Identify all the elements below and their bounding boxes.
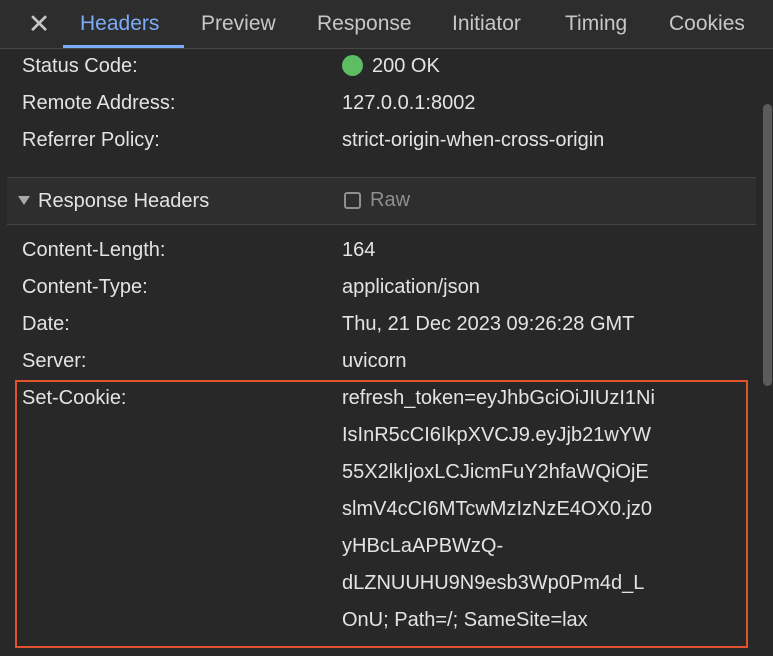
remote-address-label: Remote Address: [22, 92, 176, 114]
response-headers-title[interactable]: Response Headers [38, 189, 209, 213]
headers-content: Status Code: 200 OK Remote Address: 127.… [0, 49, 762, 656]
tab-timing[interactable]: Timing [565, 0, 627, 48]
set-cookie-value-line: OnU; Path=/; SameSite=lax [342, 609, 588, 631]
set-cookie-label: Set-Cookie: [22, 387, 127, 409]
close-icon[interactable]: ✕ [24, 8, 54, 40]
referrer-policy-label: Referrer Policy: [22, 129, 160, 151]
set-cookie-value-line: slmV4cCI6MTcwMzIzNzE4OX0.jz0 [342, 498, 653, 520]
tab-headers[interactable]: Headers [80, 0, 159, 48]
tab-cookies[interactable]: Cookies [669, 0, 745, 48]
raw-checkbox[interactable] [344, 192, 361, 209]
status-ok-icon [342, 55, 363, 76]
expand-triangle-icon[interactable] [18, 196, 30, 205]
set-cookie-value-line: yHBcLaAPBWzQ- [342, 535, 504, 557]
remote-address-value: 127.0.0.1:8002 [342, 92, 476, 114]
server-value: uvicorn [342, 350, 407, 372]
set-cookie-value-line: 55X2lkIjoxLCJicmFuY2hfaWQiOjE [342, 461, 649, 483]
tab-preview[interactable]: Preview [201, 0, 276, 48]
set-cookie-value-line: dLZNUUHU9N9esb3Wp0Pm4d_L [342, 572, 645, 594]
active-tab-indicator [63, 45, 184, 48]
tab-initiator[interactable]: Initiator [452, 0, 521, 48]
raw-label[interactable]: Raw [370, 188, 410, 212]
date-label: Date: [22, 313, 70, 335]
tab-response[interactable]: Response [317, 0, 412, 48]
content-length-value: 164 [342, 239, 376, 261]
content-length-label: Content-Length: [22, 239, 166, 261]
server-label: Server: [22, 350, 87, 372]
scrollbar[interactable] [762, 49, 773, 656]
content-type-value: application/json [342, 276, 480, 298]
content-type-label: Content-Type: [22, 276, 148, 298]
date-value: Thu, 21 Dec 2023 09:26:28 GMT [342, 313, 635, 335]
set-cookie-value-line: refresh_token=eyJhbGciOiJIUzI1Ni [342, 387, 655, 409]
panel-tab-bar: ✕ Headers Preview Response Initiator Tim… [0, 0, 773, 49]
set-cookie-value-line: IsInR5cCI6IkpXVCJ9.eyJjb21wYW [342, 424, 652, 446]
response-headers-section[interactable]: Response Headers Raw [7, 177, 756, 225]
status-code-value: 200 OK [372, 55, 440, 77]
referrer-policy-value: strict-origin-when-cross-origin [342, 129, 605, 151]
status-code-label: Status Code: [22, 55, 138, 77]
scrollbar-thumb[interactable] [763, 104, 772, 386]
